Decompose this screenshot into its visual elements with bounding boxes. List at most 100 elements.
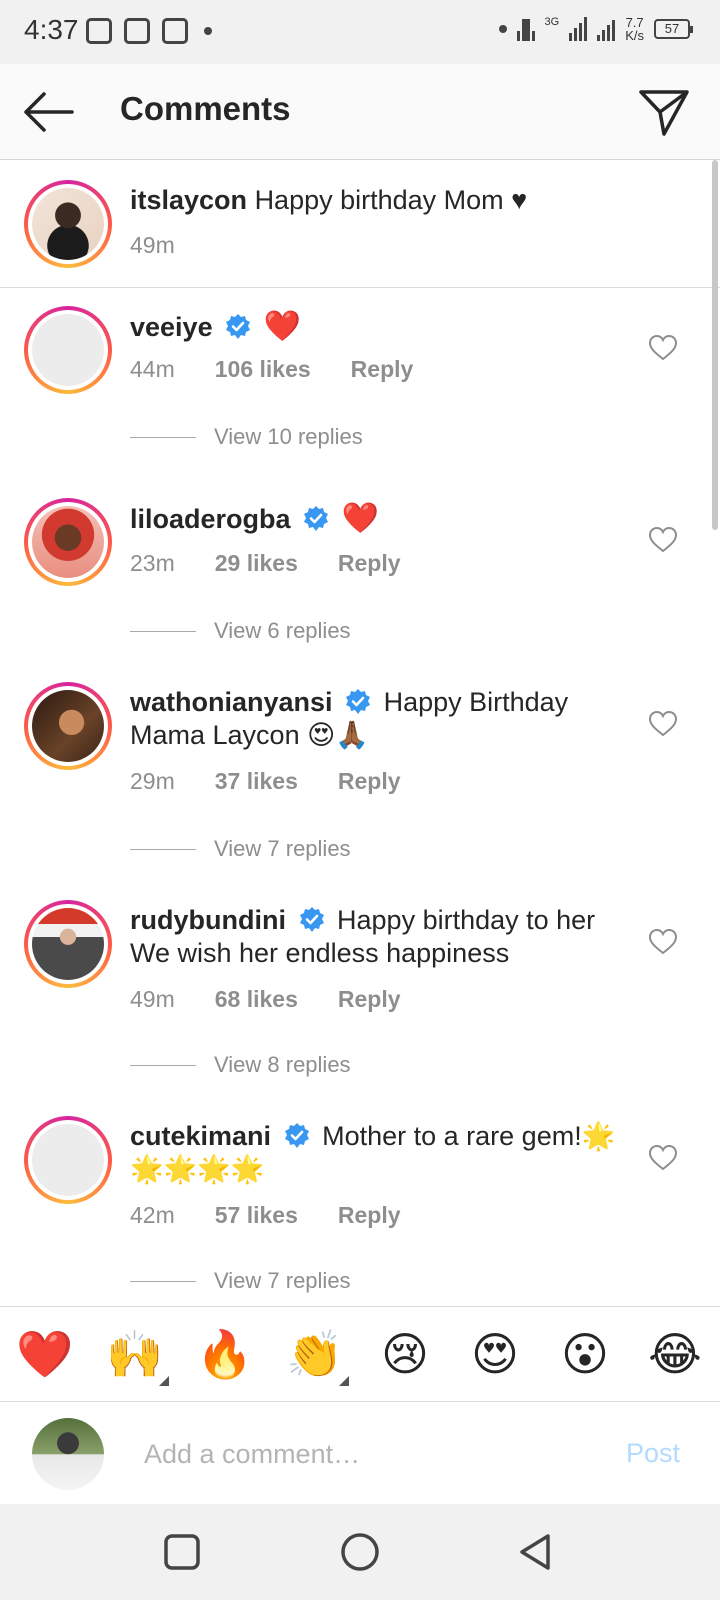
comment-item: veeiye ❤️ 44m 106 likes Reply View 10 re… bbox=[0, 288, 720, 468]
comment-time: 49m bbox=[130, 986, 175, 1012]
comment-username[interactable]: wathonianyansi bbox=[130, 687, 333, 717]
emoji-laughing-button[interactable]: 😂 bbox=[643, 1326, 707, 1382]
page-title: Comments bbox=[120, 90, 291, 127]
view-replies-label: View 6 replies bbox=[214, 618, 351, 643]
likes-count[interactable]: 29 likes bbox=[215, 550, 298, 577]
reply-button[interactable]: Reply bbox=[338, 986, 401, 1013]
header: Comments bbox=[0, 64, 720, 160]
view-replies-label: View 7 replies bbox=[214, 1268, 351, 1293]
skin-tone-indicator-icon bbox=[159, 1376, 169, 1386]
avatar[interactable] bbox=[24, 498, 112, 586]
status-right-icons: 3G 7.7 K/s 57 bbox=[495, 16, 693, 42]
home-circle-icon[interactable] bbox=[338, 1530, 382, 1574]
verified-badge-icon bbox=[226, 314, 251, 339]
comment-username[interactable]: rudybundini bbox=[130, 905, 286, 935]
arrow-left-icon bbox=[24, 92, 74, 132]
paper-plane-icon bbox=[639, 90, 689, 136]
heart-outline-icon[interactable] bbox=[648, 928, 678, 956]
caption-meta: 49m bbox=[130, 232, 175, 259]
scrollbar[interactable] bbox=[712, 160, 718, 530]
heart-outline-icon[interactable] bbox=[648, 526, 678, 554]
likes-count[interactable]: 37 likes bbox=[215, 768, 298, 795]
network-type-label: 3G bbox=[544, 16, 560, 28]
notification-doc-icon bbox=[86, 18, 112, 44]
avatar[interactable] bbox=[24, 682, 112, 770]
avatar[interactable] bbox=[24, 180, 112, 268]
likes-count[interactable]: 106 likes bbox=[215, 356, 311, 383]
reply-button[interactable]: Reply bbox=[338, 1202, 401, 1229]
comment-body: ❤️ bbox=[341, 502, 379, 535]
avatar-image bbox=[32, 506, 104, 578]
post-button[interactable]: Post bbox=[626, 1438, 680, 1469]
caption-time: 49m bbox=[130, 232, 175, 258]
reply-button[interactable]: Reply bbox=[338, 550, 401, 577]
verified-badge-icon bbox=[299, 907, 324, 932]
back-button[interactable] bbox=[20, 88, 76, 136]
divider bbox=[130, 436, 196, 438]
emoji-fire-button[interactable]: 🔥 bbox=[193, 1326, 257, 1382]
view-replies-label: View 10 replies bbox=[214, 424, 363, 449]
view-replies-button[interactable]: View 8 replies bbox=[130, 1052, 351, 1078]
back-triangle-icon[interactable] bbox=[514, 1530, 558, 1574]
view-replies-button[interactable]: View 7 replies bbox=[130, 1268, 351, 1294]
status-time: 4:37 bbox=[24, 14, 79, 45]
comment-meta: 49m 68 likes Reply bbox=[130, 986, 401, 1013]
divider bbox=[130, 848, 196, 850]
comment-time: 29m bbox=[130, 768, 175, 794]
caption-username[interactable]: itslaycon bbox=[130, 185, 247, 215]
comment-text: liloaderogba ❤️ bbox=[130, 502, 620, 536]
screen: 4:37 3G 7.7 K/s 57 Comments itslaycon Ha… bbox=[0, 0, 720, 1600]
avatar[interactable] bbox=[24, 306, 112, 394]
avatar-image bbox=[32, 908, 104, 980]
avatar[interactable] bbox=[24, 900, 112, 988]
comment-time: 23m bbox=[130, 550, 175, 576]
comment-username[interactable]: veeiye bbox=[130, 312, 213, 342]
emoji-raised-hands-button[interactable]: 🙌 bbox=[103, 1326, 169, 1386]
comment-username[interactable]: liloaderogba bbox=[130, 504, 291, 534]
more-notifications-dot-icon bbox=[204, 27, 212, 35]
view-replies-button[interactable]: View 7 replies bbox=[130, 836, 351, 862]
verified-badge-icon bbox=[346, 689, 371, 714]
comment-username[interactable]: cutekimani bbox=[130, 1121, 271, 1151]
emoji-clap-button[interactable]: 👏 bbox=[283, 1326, 349, 1386]
recents-square-icon[interactable] bbox=[160, 1530, 204, 1574]
avatar[interactable] bbox=[24, 1116, 112, 1204]
vibrate-icon bbox=[516, 17, 535, 41]
view-replies-button[interactable]: View 10 replies bbox=[130, 424, 363, 450]
emoji-surprised-button[interactable]: 😮 bbox=[553, 1326, 617, 1382]
status-bar: 4:37 3G 7.7 K/s 57 bbox=[0, 0, 720, 64]
comment-input[interactable] bbox=[144, 1432, 584, 1476]
divider bbox=[130, 1280, 196, 1282]
emoji-heart-button[interactable]: ❤️ bbox=[13, 1326, 77, 1382]
signal-icon-1 bbox=[569, 17, 588, 41]
battery-icon: 57 bbox=[654, 19, 693, 39]
emoji-crying-button[interactable]: 😢 bbox=[373, 1326, 437, 1382]
direct-share-button[interactable] bbox=[638, 86, 690, 138]
likes-count[interactable]: 68 likes bbox=[215, 986, 298, 1013]
comment-composer: Post bbox=[0, 1402, 720, 1504]
battery-level: 57 bbox=[664, 21, 680, 36]
avatar-image bbox=[32, 188, 104, 260]
signal-icon-2 bbox=[597, 17, 616, 41]
reply-button[interactable]: Reply bbox=[351, 356, 414, 383]
reply-button[interactable]: Reply bbox=[338, 768, 401, 795]
verified-badge-icon bbox=[304, 506, 329, 531]
emoji-clap: 👏 bbox=[286, 1328, 344, 1380]
comment-meta: 29m 37 likes Reply bbox=[130, 768, 401, 795]
system-nav-bar bbox=[0, 1504, 720, 1600]
comment-text: cutekimani Mother to a rare gem!🌟🌟🌟🌟🌟 bbox=[130, 1120, 620, 1186]
heart-outline-icon[interactable] bbox=[648, 1144, 678, 1172]
comment-text: rudybundini Happy birthday to her We wis… bbox=[130, 904, 620, 970]
avatar-image bbox=[32, 314, 104, 386]
avatar-image bbox=[32, 1124, 104, 1196]
comment-item: rudybundini Happy birthday to her We wis… bbox=[0, 870, 720, 1086]
heart-outline-icon[interactable] bbox=[648, 710, 678, 738]
emoji-heart-eyes-button[interactable]: 😍 bbox=[463, 1326, 527, 1382]
view-replies-button[interactable]: View 6 replies bbox=[130, 618, 351, 644]
comment-time: 44m bbox=[130, 356, 175, 382]
comment-meta: 23m 29 likes Reply bbox=[130, 550, 401, 577]
divider bbox=[130, 630, 196, 632]
net-speed: 7.7 K/s bbox=[625, 16, 644, 42]
likes-count[interactable]: 57 likes bbox=[215, 1202, 298, 1229]
heart-outline-icon[interactable] bbox=[648, 334, 678, 362]
